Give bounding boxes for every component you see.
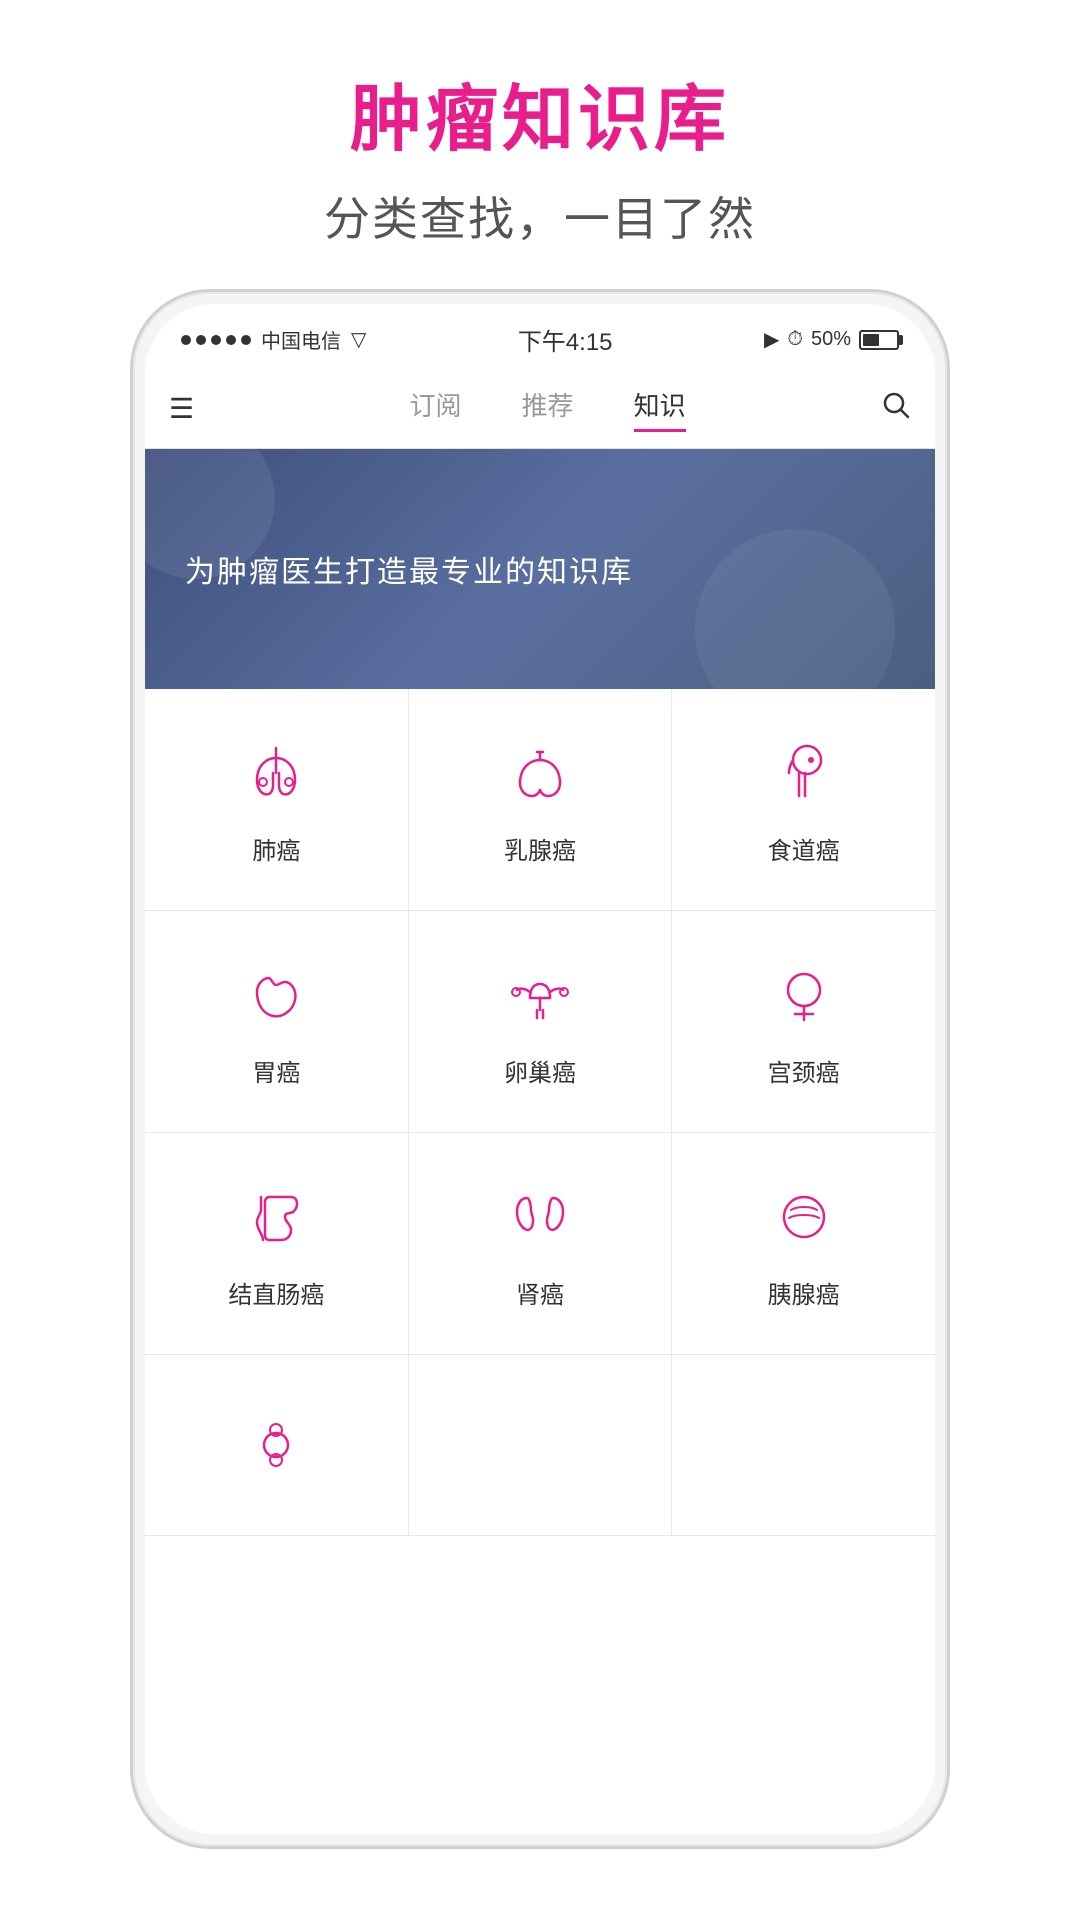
battery-percent: 50%: [811, 328, 851, 351]
page-header: 肿瘤知识库 分类查找，一目了然: [324, 0, 756, 249]
cancer-grid: 肺癌 乳腺癌: [145, 689, 935, 1834]
grid-cell-empty-2: [672, 1355, 935, 1535]
nav-tabs: ☰ 订阅 推荐 知识: [145, 369, 935, 449]
carrier-label: 中国电信: [261, 325, 341, 354]
menu-icon[interactable]: ☰: [169, 395, 194, 423]
grid-cell-ovary[interactable]: 卵巢癌: [409, 911, 673, 1132]
esophagus-icon: [764, 733, 844, 813]
grid-cell-stomach[interactable]: 胃癌: [145, 911, 409, 1132]
search-icon[interactable]: [881, 390, 911, 428]
grid-cell-lung[interactable]: 肺癌: [145, 689, 409, 910]
pancreas-icon: [764, 1177, 844, 1257]
lung-label: 肺癌: [252, 831, 300, 866]
tab-subscribe[interactable]: 订阅: [410, 386, 462, 432]
tab-knowledge[interactable]: 知识: [634, 386, 686, 432]
alarm-icon: ⏱: [787, 328, 803, 351]
grid-row-2: 胃癌: [145, 911, 935, 1133]
page-subtitle: 分类查找，一目了然: [324, 183, 756, 249]
location-icon: ▶: [764, 327, 779, 352]
colon-label: 结直肠癌: [228, 1275, 324, 1310]
breast-label: 乳腺癌: [504, 831, 576, 866]
status-time: 下午4:15: [518, 322, 613, 357]
hero-text: 为肿瘤医生打造最专业的知识库: [185, 547, 633, 591]
status-left: 中国电信 ▽: [181, 325, 366, 354]
cervix-icon: [764, 955, 844, 1035]
ovary-icon: [500, 955, 580, 1035]
phone-frame: 中国电信 ▽ 下午4:15 ▶ ⏱ 50% ☰ 订阅 推荐 知识: [130, 289, 950, 1849]
lung-icon: [236, 733, 316, 813]
phone-inner: 中国电信 ▽ 下午4:15 ▶ ⏱ 50% ☰ 订阅 推荐 知识: [145, 304, 935, 1834]
status-right: ▶ ⏱ 50%: [764, 327, 899, 352]
grid-cell-breast[interactable]: 乳腺癌: [409, 689, 673, 910]
grid-cell-cervix[interactable]: 宫颈癌: [672, 911, 935, 1132]
grid-cell-pancreas[interactable]: 胰腺癌: [672, 1133, 935, 1354]
colon-icon: [236, 1177, 316, 1257]
grid-cell-kidney[interactable]: 肾癌: [409, 1133, 673, 1354]
nav-tabs-center: 订阅 推荐 知识: [214, 386, 881, 432]
stomach-label: 胃癌: [252, 1053, 300, 1088]
grid-cell-esophagus[interactable]: 食道癌: [672, 689, 935, 910]
kidney-icon: [500, 1177, 580, 1257]
kidney-label: 肾癌: [516, 1275, 564, 1310]
grid-row-4: [145, 1355, 935, 1536]
grid-row-1: 肺癌 乳腺癌: [145, 689, 935, 911]
grid-row-3: 结直肠癌 肾癌: [145, 1133, 935, 1355]
lymph-icon: [236, 1405, 316, 1485]
cervix-label: 宫颈癌: [768, 1053, 840, 1088]
battery-icon: [859, 330, 899, 350]
wifi-icon: ▽: [351, 327, 366, 352]
signal-dots: [181, 335, 251, 345]
status-bar: 中国电信 ▽ 下午4:15 ▶ ⏱ 50%: [145, 304, 935, 369]
breast-icon: [500, 733, 580, 813]
esophagus-label: 食道癌: [768, 831, 840, 866]
ovary-label: 卵巢癌: [504, 1053, 576, 1088]
grid-cell-lymph[interactable]: [145, 1355, 409, 1535]
grid-cell-colon[interactable]: 结直肠癌: [145, 1133, 409, 1354]
tab-recommend[interactable]: 推荐: [522, 386, 574, 432]
pancreas-label: 胰腺癌: [768, 1275, 840, 1310]
hero-banner: 为肿瘤医生打造最专业的知识库: [145, 449, 935, 689]
stomach-icon: [236, 955, 316, 1035]
grid-cell-empty-1: [409, 1355, 673, 1535]
page-title: 肿瘤知识库: [324, 60, 756, 165]
